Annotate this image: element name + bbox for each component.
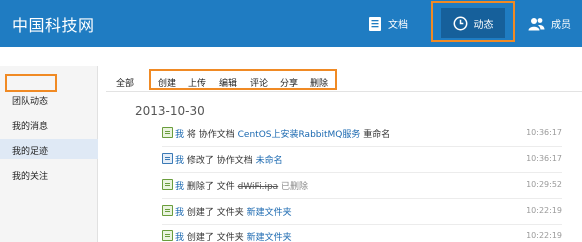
entry-time: 10:29:52 bbox=[526, 180, 562, 189]
nav-members[interactable]: 成员 bbox=[528, 0, 571, 47]
filter-highlight-box bbox=[149, 69, 337, 90]
folder-activity-icon bbox=[162, 230, 173, 241]
entry-divider bbox=[162, 198, 562, 199]
entry-actor[interactable]: 我 bbox=[175, 130, 184, 140]
entry-actor[interactable]: 我 bbox=[175, 233, 184, 242]
entry-divider bbox=[162, 224, 562, 225]
sidebar-item-my-messages[interactable]: 我的消息 bbox=[12, 119, 48, 132]
entry-actor[interactable]: 我 bbox=[175, 182, 184, 192]
document-icon bbox=[369, 16, 381, 31]
entry-target[interactable]: 新建文件夹 bbox=[247, 233, 292, 242]
entry-divider bbox=[162, 172, 562, 173]
sidebar: 团队动态 我的消息 我的足迹 我的关注 bbox=[0, 66, 98, 242]
sidebar-item-my-follows[interactable]: 我的关注 bbox=[12, 169, 48, 182]
entry-time: 10:36:17 bbox=[526, 154, 562, 163]
entry-target[interactable]: 未命名 bbox=[256, 156, 283, 166]
footprints-highlight-box bbox=[5, 74, 57, 92]
members-icon bbox=[528, 17, 545, 30]
entry-suffix: 已删除 bbox=[281, 182, 309, 192]
entry-verb: 删除了 文件 bbox=[186, 182, 235, 192]
entry-target[interactable]: 新建文件夹 bbox=[247, 208, 292, 218]
activity-entry: 我 创建了 文件夹 新建文件夹 10:22:19 bbox=[162, 230, 562, 242]
activity-entry: 我 创建了 文件夹 新建文件夹 10:22:19 bbox=[162, 205, 562, 219]
entry-verb: 修改了 协作文档 bbox=[186, 156, 253, 166]
sidebar-item-my-footprints[interactable]: 我的足迹 bbox=[12, 144, 48, 157]
entry-verb: 将 协作文档 bbox=[186, 130, 235, 140]
entry-divider bbox=[162, 146, 562, 147]
entry-suffix: 重命名 bbox=[363, 130, 391, 140]
entry-verb: 创建了 文件夹 bbox=[186, 208, 244, 218]
edit-activity-icon bbox=[162, 153, 173, 164]
nav-docs-label: 文档 bbox=[388, 20, 408, 31]
entry-time: 10:22:19 bbox=[526, 206, 562, 215]
nav-members-label: 成员 bbox=[551, 20, 571, 31]
filter-all[interactable]: 全部 bbox=[116, 76, 134, 89]
activity-entry: 我 修改了 协作文档 未命名 10:36:17 bbox=[162, 153, 562, 167]
entry-time: 10:22:19 bbox=[526, 231, 562, 240]
activity-entry: 我 删除了 文件 dWiFi.ipa 已删除 10:29:52 bbox=[162, 179, 562, 193]
entry-target-deleted: dWiFi.ipa bbox=[237, 182, 279, 192]
nav-docs[interactable]: 文档 bbox=[368, 0, 408, 47]
site-brand[interactable]: 中国科技网 bbox=[12, 12, 95, 36]
entry-actor[interactable]: 我 bbox=[175, 208, 184, 218]
delete-activity-icon bbox=[162, 179, 173, 190]
entry-time: 10:36:17 bbox=[526, 128, 562, 137]
activity-date: 2013-10-30 bbox=[135, 104, 205, 118]
sidebar-item-team-activity[interactable]: 团队动态 bbox=[12, 94, 48, 107]
document-activity-icon bbox=[162, 127, 173, 138]
entry-actor[interactable]: 我 bbox=[175, 156, 184, 166]
folder-activity-icon bbox=[162, 205, 173, 216]
activity-highlight-box bbox=[431, 1, 515, 42]
entry-verb: 创建了 文件夹 bbox=[186, 233, 244, 242]
activity-entry: 我 将 协作文档 CentOS上安装RabbitMQ服务 重命名 10:36:1… bbox=[162, 127, 562, 141]
entry-target[interactable]: CentOS上安装RabbitMQ服务 bbox=[238, 130, 361, 140]
